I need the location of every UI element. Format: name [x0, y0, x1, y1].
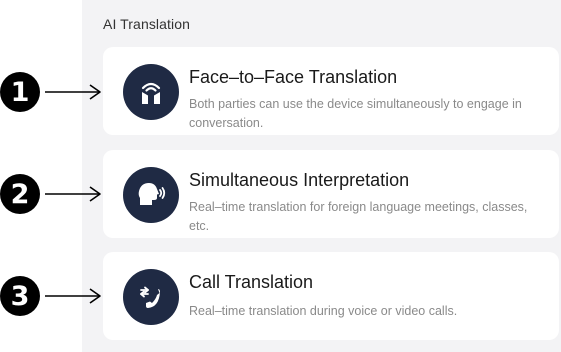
marker-1: 1 — [0, 72, 102, 112]
marker-2: 2 — [0, 174, 102, 214]
face-to-face-translation-card[interactable]: Face–to–Face Translation Both parties ca… — [103, 47, 559, 135]
call-translation-card[interactable]: Call Translation Real–time translation d… — [103, 252, 559, 340]
phone-transfer-icon — [123, 269, 179, 325]
card-description: Both parties can use the device simultan… — [189, 97, 522, 130]
arrow-right-icon — [45, 288, 101, 304]
marker-number: 3 — [0, 276, 40, 316]
card-title: Face–to–Face Translation — [189, 67, 398, 87]
card-title: Call Translation — [189, 272, 314, 292]
card-description: Real–time translation during voice or vi… — [189, 304, 458, 318]
marker-number: 1 — [0, 72, 40, 112]
speaking-head-icon — [123, 167, 179, 223]
arrow-right-icon — [45, 186, 101, 202]
section-title: AI Translation — [103, 16, 190, 32]
card-title: Simultaneous Interpretation — [189, 170, 410, 190]
simultaneous-interpretation-card[interactable]: Simultaneous Interpretation Real–time tr… — [103, 150, 559, 238]
face-to-face-icon — [123, 64, 179, 120]
card-description: Real–time translation for foreign langua… — [189, 200, 528, 233]
marker-number: 2 — [0, 174, 40, 214]
stage: AI Translation Face–to–Face Translation … — [0, 0, 561, 352]
arrow-right-icon — [45, 84, 101, 100]
marker-3: 3 — [0, 276, 102, 316]
